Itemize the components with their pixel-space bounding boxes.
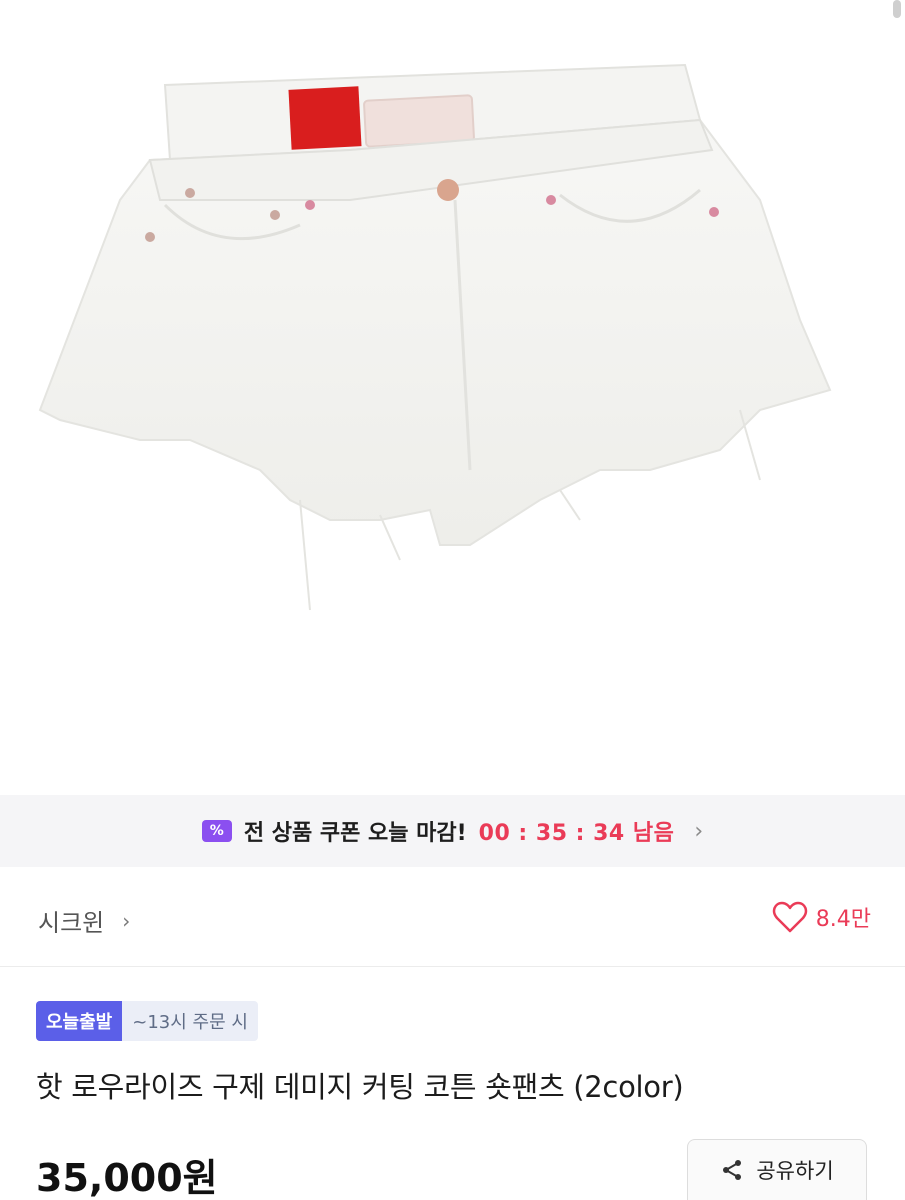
like-button[interactable]: 8.4만 — [772, 901, 871, 933]
delivery-badges: 오늘출발 ~13시 주문 시 — [36, 1001, 258, 1041]
share-icon — [723, 1160, 742, 1180]
product-page: % 전 상품 쿠폰 오늘 마감! 00 : 35 : 34 남음 › 시크윈 ›… — [0, 0, 905, 1200]
seller-row: 시크윈 › 8.4만 — [0, 867, 905, 967]
heart-icon — [772, 901, 807, 933]
seller-name: 시크윈 — [38, 909, 105, 937]
share-button[interactable]: 공유하기 — [687, 1139, 867, 1200]
product-title: 핫 로우라이즈 구제 데미지 커팅 코튼 숏팬츠 (2color) — [36, 1070, 684, 1104]
percent-coupon-icon: % — [201, 820, 232, 842]
coupon-timer: 00 : 35 : 34 남음 — [478, 821, 675, 846]
same-day-badge: 오늘출발 — [36, 1001, 123, 1041]
share-label: 공유하기 — [756, 1159, 834, 1183]
chevron-right-icon: › — [122, 908, 131, 933]
product-image[interactable] — [0, 0, 905, 795]
chevron-right-icon: › — [694, 818, 704, 844]
like-count: 8.4만 — [815, 907, 871, 932]
seller-link[interactable]: 시크윈 › — [38, 903, 130, 938]
scroll-indicator — [893, 0, 901, 18]
white-shorts-image — [38, 63, 832, 611]
order-deadline-badge: ~13시 주문 시 — [122, 1001, 258, 1041]
coupon-banner[interactable]: % 전 상품 쿠폰 오늘 마감! 00 : 35 : 34 남음 › — [0, 795, 905, 867]
coupon-text: 전 상품 쿠폰 오늘 마감! — [243, 821, 467, 846]
product-price: 35,000원 — [36, 1156, 218, 1200]
